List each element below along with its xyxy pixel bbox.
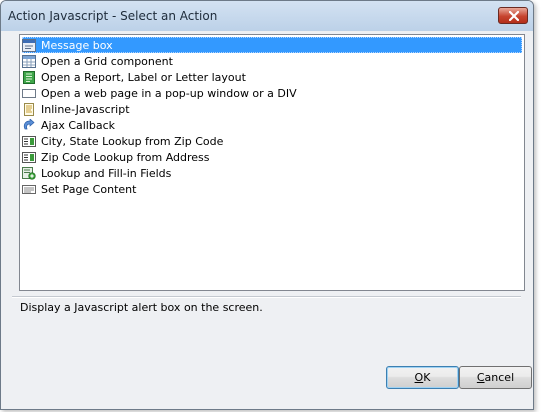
cancel-label-rest: ancel	[484, 371, 515, 384]
dialog-window: Action Javascript - Select an Action Mes…	[0, 0, 534, 410]
lookup-icon	[22, 151, 36, 164]
list-item-message-box[interactable]: Message box	[22, 37, 522, 53]
list-item-label: Open a web page in a pop-up window or a …	[41, 86, 297, 100]
window-title: Action Javascript - Select an Action	[8, 9, 218, 23]
ok-button[interactable]: OK	[386, 366, 459, 389]
ok-accelerator: O	[414, 371, 424, 384]
close-button[interactable]	[498, 7, 528, 24]
list-item-lookup-fill-in[interactable]: Lookup and Fill-in Fields	[22, 165, 522, 181]
list-item-zip-code-lookup[interactable]: Zip Code Lookup from Address	[22, 149, 522, 165]
list-item-ajax-callback[interactable]: Ajax Callback	[22, 117, 522, 133]
action-list[interactable]: Message box Open a Grid component Open a…	[19, 34, 525, 291]
ok-label-rest: K	[423, 371, 431, 384]
list-item-label: Ajax Callback	[41, 118, 116, 132]
separator	[12, 296, 521, 298]
list-item-web-page[interactable]: Open a web page in a pop-up window or a …	[22, 85, 522, 101]
list-item-grid[interactable]: Open a Grid component	[22, 53, 522, 69]
action-description: Display a Javascript alert box on the sc…	[20, 301, 263, 314]
lookup-icon	[22, 135, 36, 148]
cancel-button[interactable]: Cancel	[459, 366, 532, 389]
cancel-accelerator: C	[476, 371, 485, 384]
script-icon	[22, 102, 36, 116]
page-content-icon	[22, 183, 36, 196]
message-box-icon	[22, 38, 36, 52]
list-item-label: Inline-Javascript	[41, 102, 130, 116]
grid-icon	[22, 54, 36, 68]
window-icon	[22, 87, 36, 100]
fill-in-icon	[22, 166, 36, 180]
list-item-label: Zip Code Lookup from Address	[41, 150, 210, 164]
list-item-city-state-lookup[interactable]: City, State Lookup from Zip Code	[22, 133, 522, 149]
list-item-label: City, State Lookup from Zip Code	[41, 134, 224, 148]
list-item-label: Open a Report, Label or Letter layout	[41, 70, 246, 84]
list-item-report[interactable]: Open a Report, Label or Letter layout	[22, 69, 522, 85]
list-item-label: Open a Grid component	[41, 54, 173, 68]
title-bar[interactable]: Action Javascript - Select an Action	[1, 1, 533, 31]
close-icon	[509, 11, 519, 21]
callback-icon	[22, 118, 36, 132]
list-item-set-page-content[interactable]: Set Page Content	[22, 181, 522, 197]
list-item-label: Message box	[41, 38, 113, 52]
list-item-label: Set Page Content	[41, 182, 137, 196]
list-item-inline-javascript[interactable]: Inline-Javascript	[22, 101, 522, 117]
report-icon	[22, 70, 36, 84]
list-item-label: Lookup and Fill-in Fields	[41, 166, 172, 180]
